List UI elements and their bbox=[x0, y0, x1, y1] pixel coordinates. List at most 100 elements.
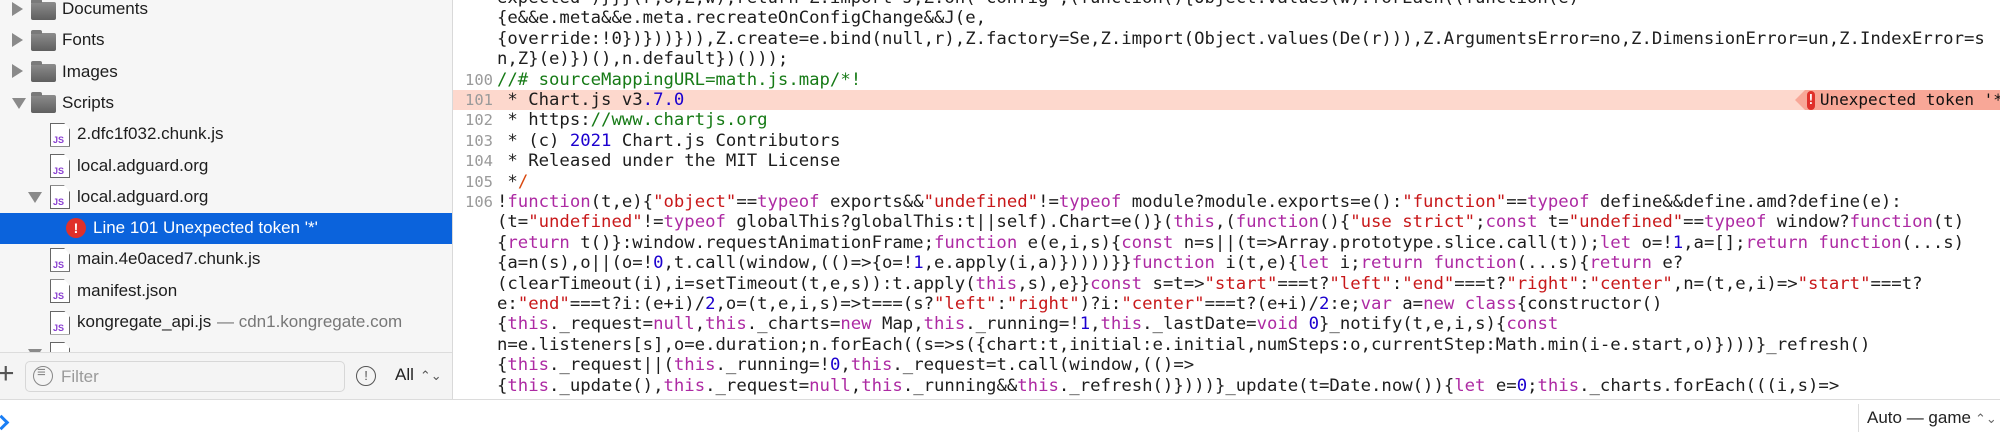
keyword-token: typeof bbox=[663, 212, 726, 233]
keyword-token: const bbox=[1090, 273, 1143, 294]
disclosure-right-icon[interactable] bbox=[12, 64, 23, 79]
string-token: "undefined" bbox=[1568, 212, 1684, 233]
keyword-token: this bbox=[850, 355, 893, 376]
code-text: {e&&e.meta&&e.meta.recreateOnConfigChang… bbox=[497, 8, 986, 28]
tree-item-file[interactable]: JS 2.dfc1f032.chunk.js bbox=[0, 119, 452, 150]
code-text: * Released under the MIT License bbox=[497, 151, 840, 171]
issues-filter-icon[interactable]: ! bbox=[356, 366, 376, 386]
keyword-token: this bbox=[1537, 375, 1580, 396]
code-token: n,Z}(e)})(),n.default})())); bbox=[497, 49, 789, 70]
disclosure-down-icon[interactable] bbox=[28, 192, 42, 204]
keyword-token: let bbox=[1298, 253, 1330, 274]
code-line: {a=n(s),o||(o=!0,t.call(window,(()=>{o=!… bbox=[453, 253, 2000, 273]
disclosure-right-icon[interactable] bbox=[12, 1, 23, 16]
number-token: 0 bbox=[1308, 314, 1320, 335]
tree-item-file[interactable]: JS manifest.json bbox=[0, 275, 452, 306]
tree-item-file[interactable]: JS kongregate_api.js — cdn1.kongregate.com bbox=[0, 307, 452, 338]
keyword-token: const bbox=[1506, 314, 1559, 335]
filter-input[interactable] bbox=[59, 364, 333, 390]
keyword-token: return bbox=[507, 232, 570, 253]
line-number[interactable]: 106 bbox=[453, 192, 493, 212]
code-text: */ bbox=[497, 172, 528, 192]
js-file-icon: JS bbox=[50, 154, 70, 178]
tree-item-label: main.4e0aced7.chunk.js bbox=[77, 249, 261, 269]
tree-item-folder[interactable]: Images bbox=[0, 56, 452, 87]
keyword-token: return bbox=[1360, 253, 1424, 274]
add-button[interactable]: + bbox=[0, 359, 15, 389]
filter-icon bbox=[33, 364, 53, 386]
line-number[interactable]: 102 bbox=[453, 110, 493, 130]
number-token: 0 bbox=[829, 355, 841, 376]
number-token: 0 bbox=[653, 253, 664, 274]
string-token: "right" bbox=[1506, 273, 1580, 294]
filter-bar: + ! All ⌃⌄ bbox=[0, 352, 452, 399]
tree-item-folder[interactable]: Scripts bbox=[0, 87, 452, 118]
code-line: {override:!0})}))})),Z.create=e.bind(nul… bbox=[453, 29, 2000, 49]
issue-label: Line 101 Unexpected token '*' bbox=[93, 218, 318, 238]
keyword-token: this bbox=[861, 375, 903, 396]
tree-item-issue[interactable]: ! Line 101 Unexpected token '*' bbox=[0, 212, 452, 244]
disclosure-down-icon[interactable] bbox=[12, 98, 26, 110]
js-file-icon: JS bbox=[50, 185, 70, 210]
keyword-token: this bbox=[1100, 314, 1143, 335]
line-number[interactable]: 103 bbox=[453, 131, 493, 151]
tree-item-folder[interactable]: Documents bbox=[0, 0, 452, 25]
filter-field[interactable] bbox=[25, 361, 345, 392]
code-text: * https://www.chartjs.org bbox=[497, 110, 767, 130]
code-line: (t="undefined"!=typeof globalThis?global… bbox=[453, 212, 2000, 232]
keyword-token: new bbox=[1423, 294, 1455, 314]
code-text: !function(t,e){"object"==typeof exports&… bbox=[497, 192, 1902, 212]
string-token: "center" bbox=[1589, 273, 1673, 294]
code-text: {override:!0})}))})),Z.create=e.bind(nul… bbox=[497, 29, 1985, 49]
file-icon-text: JS bbox=[53, 322, 65, 333]
line-number[interactable]: 100 bbox=[453, 70, 493, 90]
chevron-updown-icon: ⌃⌄ bbox=[1974, 411, 1997, 426]
number-token: 1 bbox=[1079, 314, 1091, 335]
number-token: 2 bbox=[1319, 294, 1330, 314]
error-message: Unexpected token '*' bbox=[1819, 89, 2000, 109]
keyword-token: null bbox=[809, 375, 851, 396]
string-token: "left" bbox=[934, 294, 997, 314]
keyword-token: this bbox=[507, 355, 550, 376]
folder-icon bbox=[31, 29, 56, 51]
keyword-token: function bbox=[1433, 253, 1517, 274]
tree-item-file[interactable]: JS main.4e0aced7.chunk.js bbox=[0, 244, 452, 275]
tree-item-label: Images bbox=[62, 61, 118, 81]
error-badge[interactable]: ! Unexpected token '*' bbox=[1795, 89, 2000, 110]
chevron-updown-icon: ⌃⌄ bbox=[419, 368, 442, 383]
keyword-token: class bbox=[1464, 294, 1517, 314]
code-line: 102 * https://www.chartjs.org bbox=[453, 110, 2000, 130]
disclosure-right-icon[interactable] bbox=[12, 32, 23, 47]
keyword-token: new bbox=[840, 314, 872, 335]
string-token: "use strict" bbox=[1350, 212, 1476, 233]
tree-item-label: kongregate_api.js bbox=[77, 312, 212, 331]
keyword-token: typeof bbox=[1527, 192, 1590, 212]
tree-item-file[interactable]: JS local.adguard.org bbox=[0, 181, 452, 212]
tree-item-folder[interactable]: Fonts bbox=[0, 25, 452, 56]
keyword-token: function bbox=[934, 232, 1018, 253]
keyword-token: this bbox=[923, 314, 966, 335]
console-prompt-bar: Auto — game ⌃⌄ bbox=[0, 399, 2000, 434]
tree-item-file[interactable]: JS local.adguard.org bbox=[0, 150, 452, 181]
string-token: "left" bbox=[1329, 273, 1392, 294]
js-file-icon: JS bbox=[50, 310, 70, 335]
code-token: * bbox=[497, 171, 518, 192]
code-line: {this._request=null,this._charts=new Map… bbox=[453, 314, 2000, 334]
code-line-error: 101 * Chart.js v3.7.0! Unexpected token '… bbox=[453, 89, 2000, 111]
code-editor[interactable]: expected")}}}(r,o,Z,w);return Z.import=J… bbox=[453, 0, 2000, 399]
keyword-token: void bbox=[1256, 314, 1299, 335]
code-text: {this._update(),this._request=null,this.… bbox=[497, 375, 1840, 396]
js-file-icon: JS bbox=[50, 122, 70, 147]
execution-context-select[interactable]: Auto — game ⌃⌄ bbox=[1858, 404, 1997, 432]
code-token: * (c) bbox=[497, 130, 570, 151]
line-number[interactable]: 101 bbox=[453, 90, 493, 110]
line-number[interactable]: 105 bbox=[453, 172, 493, 192]
code-text: {this._request=null,this._charts=new Map… bbox=[497, 314, 1559, 335]
code-line: e:"end"===t?i:(e+i)/2,o=(t,e,i,s)=>t===(… bbox=[453, 294, 2000, 314]
tree-item-label: manifest.json bbox=[77, 280, 178, 300]
line-number[interactable]: 104 bbox=[453, 151, 493, 171]
keyword-token: this bbox=[1173, 212, 1215, 233]
code-token: * Released under the MIT License bbox=[497, 151, 841, 172]
scope-select[interactable]: All ⌃⌄ bbox=[395, 365, 442, 385]
sources-sidebar: Documents Fonts Images Scripts JS 2.dfc1f032.… bbox=[0, 0, 453, 399]
